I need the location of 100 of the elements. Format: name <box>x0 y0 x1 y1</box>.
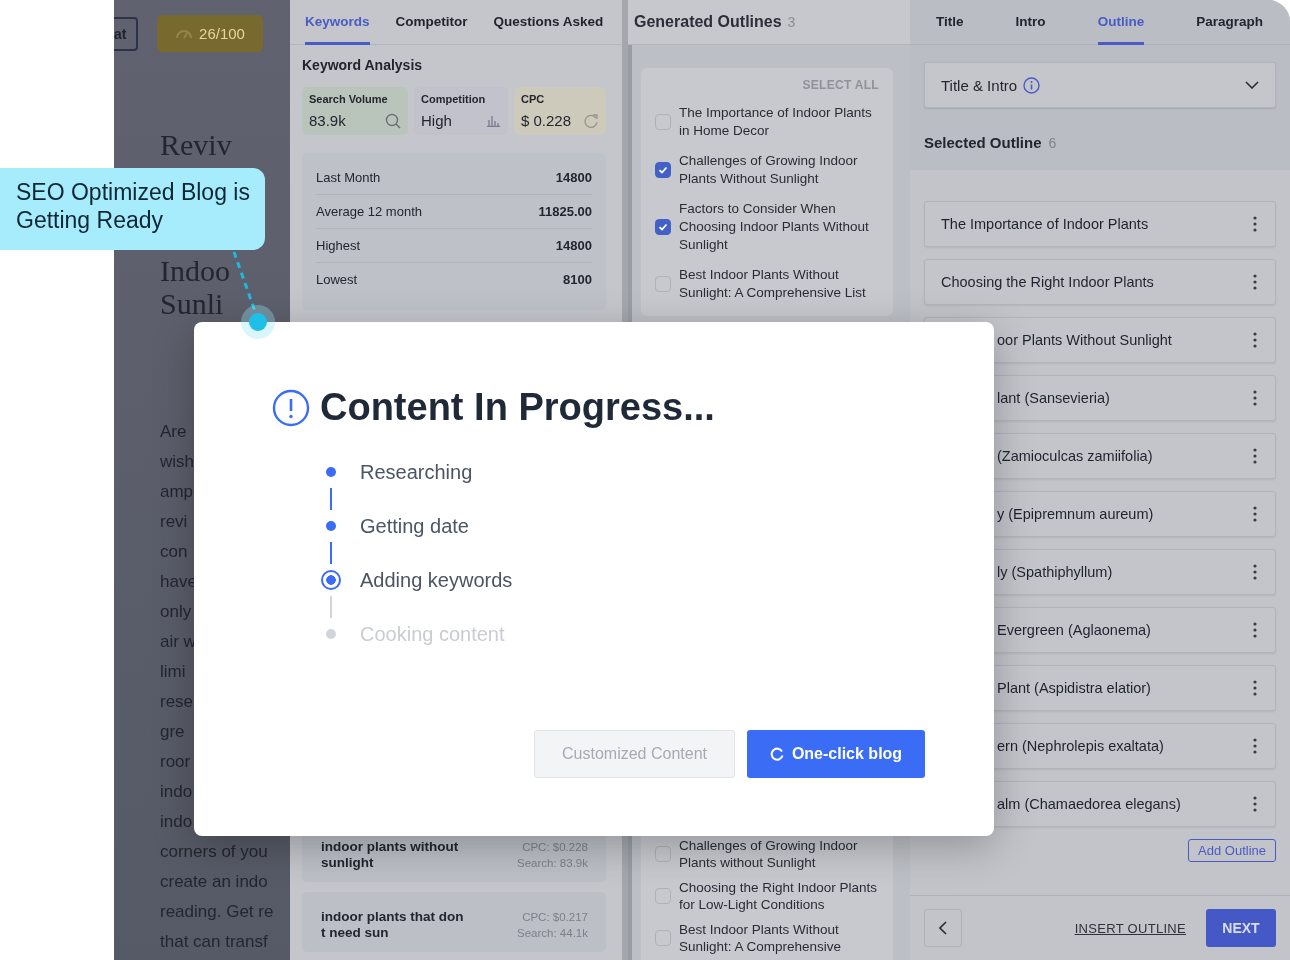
checkbox[interactable] <box>655 276 671 292</box>
checkbox[interactable] <box>655 930 671 946</box>
article-heading: Indoo <box>160 254 231 287</box>
stat-value: 14800 <box>555 238 592 253</box>
tab[interactable]: Intro <box>1015 0 1046 45</box>
outline-option: The Importance of Indoor Plants in Home Decor <box>679 104 879 140</box>
next-button[interactable]: NEXT <box>1206 909 1276 947</box>
refresh-icon <box>583 112 599 129</box>
metric-label: Search Volume <box>309 93 389 105</box>
check-icon <box>657 221 669 233</box>
checkbox[interactable] <box>655 162 671 178</box>
search-icon <box>385 112 401 129</box>
article-text: revi <box>160 511 189 533</box>
template-dropdown[interactable]: Title & Intro <box>924 62 1276 108</box>
outline-option: Challenges of Growing Indoor Plants without Sunlight <box>679 837 879 871</box>
article-text: limi <box>160 661 187 683</box>
outline-item[interactable]: Choosing the Right Indoor Plants <box>924 259 1276 305</box>
article-text: rese <box>160 691 195 713</box>
keyword-cpc: CPC: $0.217 <box>522 910 588 925</box>
section-title: Keyword Analysis <box>302 57 424 73</box>
keyword-text: indoor plants without sunlight <box>321 839 460 872</box>
timeline-connector <box>330 542 332 564</box>
tab[interactable]: Questions Asked <box>493 0 604 45</box>
outline-option: Choosing the Right Indoor Plants for Low-Light Conditions <box>679 879 879 913</box>
keyword-text: indoor plants that don t need sun <box>321 909 465 942</box>
timeline-connector <box>330 596 332 618</box>
more-options-icon[interactable] <box>1253 448 1257 464</box>
tab[interactable]: Paragraph <box>1196 0 1263 45</box>
stat-label: Last Month <box>316 170 381 185</box>
article-text: con <box>160 541 189 563</box>
keyword-search: Search: 83.9k <box>517 856 588 871</box>
outline-option: Challenges of Growing Indoor Plants Without Sunlight <box>679 152 879 188</box>
step-label: Adding keywords <box>360 568 513 592</box>
article-text: that can transf <box>160 931 269 953</box>
more-options-icon[interactable] <box>1253 390 1257 406</box>
metric-label: CPC <box>521 93 546 105</box>
step-label: Getting date <box>360 514 469 538</box>
article-text: wish <box>160 451 195 473</box>
outline-option: Factors to Consider When Choosing Indoor Plants Without Sunlight <box>679 200 879 254</box>
more-options-icon[interactable] <box>1253 564 1257 580</box>
article-text: only <box>160 601 193 623</box>
more-options-icon[interactable] <box>1253 216 1257 232</box>
article-text: indo <box>160 781 194 803</box>
chevron-down-icon <box>1245 81 1259 89</box>
stat-value: 8100 <box>563 272 592 287</box>
article-text: gre <box>160 721 186 743</box>
keyword-search: Search: 44.1k <box>517 926 588 941</box>
article-text: Are <box>160 421 188 443</box>
tab[interactable]: Competitor <box>395 0 468 45</box>
more-options-icon[interactable] <box>1253 332 1257 348</box>
dialog-title: Content In Progress... <box>320 386 715 429</box>
checkbox[interactable] <box>655 219 671 235</box>
keyword-card[interactable]: indoor plants that don t need sun CPC: $0.217 Search: 44.1k <box>302 892 606 952</box>
more-options-icon[interactable] <box>1253 738 1257 754</box>
check-icon <box>657 164 669 176</box>
insert-outline-link[interactable]: INSERT OUTLINE <box>1074 920 1186 936</box>
checkbox[interactable] <box>655 846 671 862</box>
outline-count: 3 <box>787 14 796 30</box>
dialog-button[interactable]: One-click blog <box>747 730 925 778</box>
alert-icon <box>272 388 310 427</box>
article-text: amp <box>160 481 195 503</box>
tab[interactable]: Title <box>936 0 964 45</box>
step-label: Researching <box>360 460 473 484</box>
bar-chart-icon <box>486 114 501 127</box>
stat-label: Average 12 month <box>316 204 422 219</box>
score-button[interactable]: 26/100 <box>157 15 263 52</box>
timeline-connector <box>330 488 332 510</box>
chevron-left-icon <box>939 921 947 935</box>
article-text: create an indo <box>160 871 269 893</box>
info-icon <box>1023 76 1041 94</box>
outline-option: Best Indoor Plants Without Sunlight: A Comprehensive <box>679 921 879 955</box>
more-options-icon[interactable] <box>1253 506 1257 522</box>
metric-value: High <box>421 112 452 129</box>
article-heading: Reviv <box>160 128 233 161</box>
keyword-cpc: CPC: $0.228 <box>522 840 588 855</box>
spinner-icon <box>769 747 784 761</box>
metric-value: 83.9k <box>309 112 346 129</box>
stat-label: Lowest <box>316 272 358 287</box>
outline-count: 6 <box>1048 135 1057 151</box>
more-options-icon[interactable] <box>1253 796 1257 812</box>
panel-title: Generated Outlines <box>634 13 782 31</box>
metric-label: Competition <box>421 93 487 105</box>
outline-option: Best Indoor Plants Without Sunlight: A Comprehensive List <box>679 266 879 302</box>
more-options-icon[interactable] <box>1253 622 1257 638</box>
callout-bubble: SEO Optimized Blog is Getting Ready <box>0 168 265 250</box>
checkbox[interactable] <box>655 888 671 904</box>
more-options-icon[interactable] <box>1253 274 1257 290</box>
stat-value: 14800 <box>555 170 592 185</box>
gauge-icon <box>175 27 194 40</box>
stat-label: Highest <box>316 238 361 253</box>
article-heading: Sunli <box>160 287 225 320</box>
metric-value: $ 0.228 <box>521 112 572 129</box>
article-text: reading. Get re <box>160 901 275 923</box>
back-button[interactable] <box>924 909 962 947</box>
more-options-icon[interactable] <box>1253 680 1257 696</box>
section-title: Selected Outline <box>924 134 1042 151</box>
outline-item[interactable]: The Importance of Indoor Plants <box>924 201 1276 247</box>
checkbox[interactable] <box>655 114 671 130</box>
stat-value: 11825.00 <box>538 204 592 219</box>
article-text: indo <box>160 811 194 833</box>
